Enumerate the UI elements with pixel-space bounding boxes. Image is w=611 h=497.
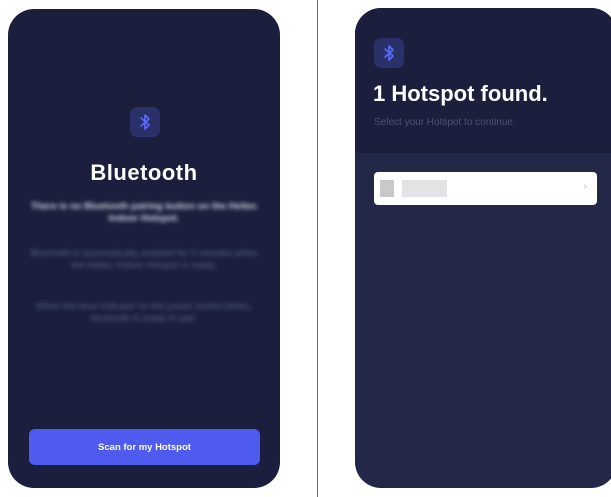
bluetooth-icon <box>140 114 150 130</box>
pairing-note: There is no Bluetooth pairing button on … <box>30 201 258 224</box>
info-paragraph: When the blue indicator on the power but… <box>36 301 252 324</box>
chevron-right-icon: › <box>583 181 587 193</box>
bluetooth-icon <box>384 45 394 61</box>
bluetooth-badge <box>130 107 160 137</box>
header: 1 Hotspot found. Select your Hotspot to … <box>355 8 611 153</box>
page-title: Bluetooth <box>90 160 198 185</box>
info-paragraph: Bluetooth is automatically enabled for 5… <box>30 248 258 271</box>
page-subtitle: Select your Hotspot to continue. <box>374 117 516 128</box>
redacted-name <box>380 180 394 197</box>
page-title: 1 Hotspot found. <box>373 81 548 106</box>
scan-hotspot-button[interactable]: Scan for my Hotspot <box>29 429 260 465</box>
bluetooth-badge <box>374 38 404 68</box>
hotspot-found-screen: 1 Hotspot found. Select your Hotspot to … <box>355 8 611 488</box>
redacted-name <box>402 180 447 197</box>
bluetooth-screen: Bluetooth There is no Bluetooth pairing … <box>8 9 280 488</box>
hotspot-list-item[interactable]: › <box>374 172 597 205</box>
divider <box>317 0 318 497</box>
